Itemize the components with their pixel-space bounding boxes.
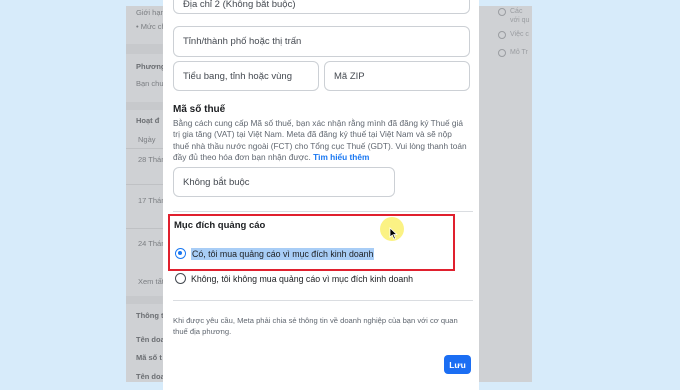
background-text: Ngày — [138, 135, 156, 144]
background-text: 17 Thán — [138, 196, 166, 205]
background-text: với qu — [510, 17, 530, 24]
background-right-panel — [478, 6, 532, 382]
city-input[interactable]: Tỉnh/thành phố hoặc thị trấn — [173, 26, 470, 57]
background-text: 24 Thán — [138, 239, 166, 248]
background-text: Việc c — [510, 31, 529, 38]
state-input[interactable]: Tiểu bang, tỉnh hoặc vùng — [173, 61, 319, 91]
city-placeholder: Tỉnh/thành phố hoặc thị trấn — [183, 36, 302, 47]
circle-icon — [498, 49, 506, 57]
tax-id-heading: Mã số thuế — [173, 104, 226, 115]
tax-id-description: Bằng cách cung cấp Mã số thuế, bạn xác n… — [173, 118, 469, 164]
section-divider — [173, 300, 473, 301]
background-text: Thông t — [136, 311, 164, 320]
save-button[interactable]: Lưu — [444, 355, 471, 374]
zip-input[interactable]: Mã ZIP — [324, 61, 470, 91]
address2-input[interactable]: Địa chỉ 2 (Không bắt buộc) — [173, 0, 470, 14]
circle-icon — [498, 31, 506, 39]
red-highlight-box — [168, 214, 455, 271]
radio-business-no-label[interactable]: Không, tôi không mua quảng cáo vì mục đí… — [191, 274, 413, 284]
background-text: 28 Thán — [138, 155, 166, 164]
background-text: Hoạt đ — [136, 116, 160, 125]
background-text: Xem tất — [138, 277, 164, 286]
background-text: Giới hạn — [136, 8, 165, 17]
section-divider — [173, 211, 473, 212]
background-text: Tên doa — [136, 335, 165, 344]
background-text: Mã số t — [136, 353, 162, 362]
background-text: Phương — [136, 62, 166, 71]
radio-business-no[interactable] — [175, 273, 186, 284]
background-divider — [126, 184, 166, 185]
tax-id-input[interactable]: Không bắt buộc — [173, 167, 395, 197]
background-divider — [126, 228, 166, 229]
tax-info-modal: Địa chỉ 2 (Không bắt buộc) Tỉnh/thành ph… — [163, 0, 479, 390]
learn-more-link[interactable]: Tìm hiểu thêm — [313, 152, 369, 162]
background-divider — [126, 148, 166, 149]
background-text: • Mức ch — [136, 22, 166, 31]
state-placeholder: Tiểu bang, tỉnh hoặc vùng — [183, 70, 292, 82]
background-text: Tên doa — [136, 372, 165, 381]
background-text: Mô Tr — [510, 49, 528, 56]
footer-note: Khi được yêu cầu, Meta phải chia sẻ thôn… — [173, 316, 458, 336]
circle-icon — [498, 8, 506, 16]
address2-placeholder: Địa chỉ 2 (Không bắt buộc) — [183, 0, 296, 10]
mouse-pointer-icon — [389, 227, 398, 240]
background-text: Các — [510, 8, 523, 15]
zip-placeholder: Mã ZIP — [334, 70, 365, 82]
background-text: Bạn chư — [136, 79, 165, 88]
tax-id-placeholder: Không bắt buộc — [183, 176, 250, 188]
